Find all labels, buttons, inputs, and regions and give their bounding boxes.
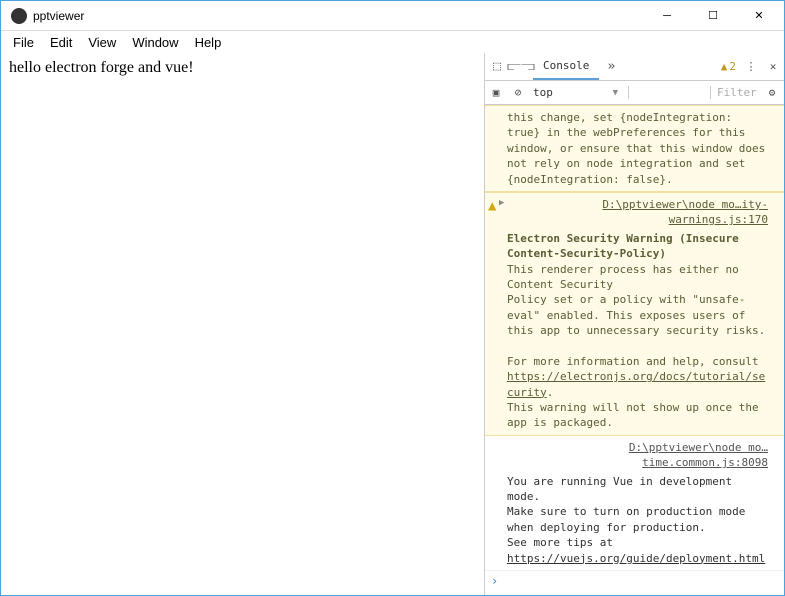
console-prompt[interactable]: › [485,571,784,592]
menu-window[interactable]: Window [124,33,186,52]
page-content: hello electron forge and vue! [1,53,484,595]
settings-icon[interactable]: ⚙ [760,86,784,99]
kebab-menu-icon[interactable]: ⋮ [740,60,762,73]
console-log: D:\pptviewer\node mo…time.common.js:8098… [485,436,784,571]
clear-console-icon[interactable]: ⊘ [507,86,529,99]
close-button[interactable]: ✕ [736,1,782,31]
maximize-button[interactable]: ☐ [690,1,736,31]
vue-link[interactable]: https://vuejs.org/guide/deployment.html [507,552,765,565]
warning-count[interactable]: ▲2 [717,60,740,73]
devtools-tabs: ⬚ ⫍⫎ Console » ▲2 ⋮ ✕ [485,53,784,81]
console-toolbar: ▣ ⊘ top▼ Filter ⚙ [485,81,784,105]
menu-file[interactable]: File [5,33,42,52]
console-output[interactable]: this change, set {nodeIntegration: true}… [485,105,784,595]
device-icon[interactable]: ⫍⫎ [509,59,533,74]
expand-icon[interactable]: ▶ [499,197,504,210]
devtools-panel: ⬚ ⫍⫎ Console » ▲2 ⋮ ✕ ▣ ⊘ top▼ Filter ⚙ … [484,53,784,595]
security-link[interactable]: https://electronjs.org/docs/tutorial/sec… [507,370,765,398]
titlebar: pptviewer ─ ☐ ✕ [1,1,784,31]
menu-view[interactable]: View [80,33,124,52]
window-title: pptviewer [33,9,644,23]
warning-icon: ▲ [488,197,496,217]
console-warning: this change, set {nodeIntegration: true}… [485,105,784,192]
sidebar-toggle-icon[interactable]: ▣ [485,86,507,99]
devtools-close-icon[interactable]: ✕ [762,60,784,73]
source-link[interactable]: D:\pptviewer\node mo…ity-warnings.js:170 [507,197,768,228]
more-tabs-icon[interactable]: » [599,59,623,74]
tab-console[interactable]: Console [533,53,599,80]
menu-edit[interactable]: Edit [42,33,80,52]
menubar: File Edit View Window Help [1,31,784,53]
app-icon [11,8,27,24]
warning-title: Electron Security Warning (Insecure Cont… [507,232,739,260]
inspect-icon[interactable]: ⬚ [485,59,509,74]
source-link[interactable]: D:\pptviewer\node mo…time.common.js:8098 [507,440,768,471]
minimize-button[interactable]: ─ [644,1,690,31]
context-selector[interactable]: top▼ [529,86,629,99]
filter-input[interactable]: Filter [710,86,760,99]
console-warning: ▲ ▶ D:\pptviewer\node mo…ity-warnings.js… [485,192,784,436]
hello-text: hello electron forge and vue! [9,59,194,76]
menu-help[interactable]: Help [187,33,230,52]
